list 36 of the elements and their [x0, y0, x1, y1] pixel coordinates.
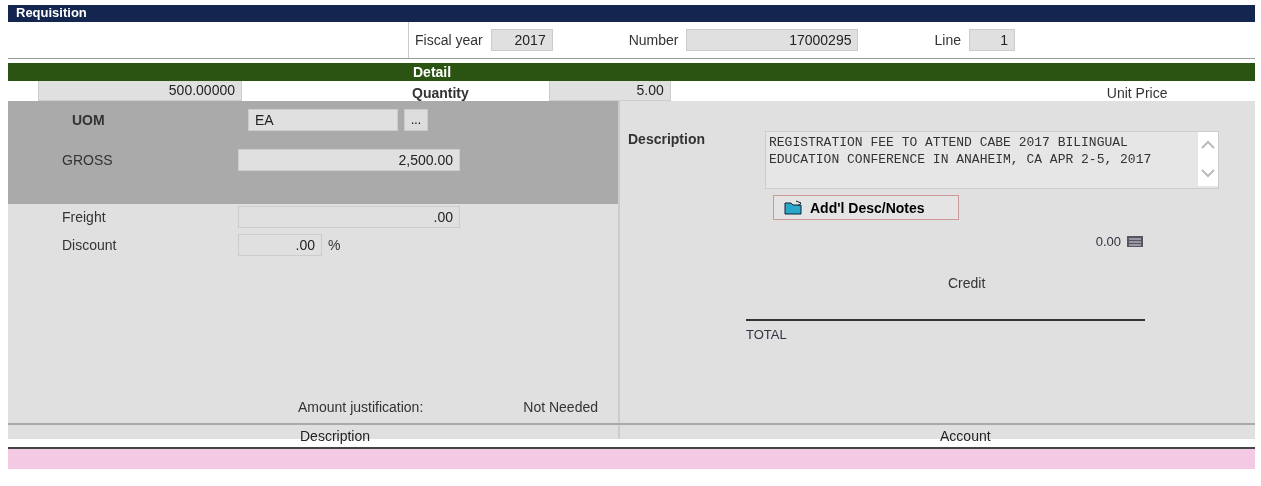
field-label: Unit Price: [1106, 85, 1168, 101]
input-field[interactable]: 2,500.00: [238, 149, 460, 171]
folder-icon: [784, 199, 804, 216]
field-value: Not Needed: [523, 399, 598, 415]
unit-label: %: [328, 237, 341, 253]
input-field[interactable]: .00: [238, 206, 460, 228]
input-field[interactable]: 5.00: [548, 81, 671, 101]
field-label: Number: [628, 32, 679, 48]
field-label: Amount justification:: [298, 399, 424, 415]
description-field[interactable]: REGISTRATION FEE TO ATTEND CABE 2017 BILINGUAL EDUCATION CONFERENCE IN ANAHEIM, CA APR 2-5, 2017: [765, 131, 1219, 189]
calculator-icon[interactable]: [1127, 236, 1143, 247]
field-label: Discount: [62, 237, 118, 253]
table-row[interactable]: [8, 449, 1255, 469]
input-field[interactable]: .00: [238, 234, 322, 256]
field-label: Freight: [62, 209, 107, 225]
column-header[interactable]: Description: [300, 428, 371, 444]
field-label: Description: [628, 131, 705, 149]
notes-button[interactable]: Add'l Desc/Notes: [773, 195, 959, 220]
field-label: GROSS: [62, 152, 114, 168]
input-field[interactable]: 17000295: [686, 29, 859, 51]
scroll-arrows-icon[interactable]: [1198, 132, 1218, 186]
field-label: Quantity: [412, 85, 469, 101]
input-field[interactable]: 2017: [490, 29, 553, 51]
field-label: UOM: [72, 112, 106, 128]
input-field[interactable]: 1: [968, 29, 1015, 51]
amount-value: 0.00: [1095, 234, 1121, 249]
lookup-button[interactable]: ...: [404, 109, 428, 131]
field-label: Line: [934, 32, 961, 48]
input-field[interactable]: EA: [248, 109, 398, 131]
input-field[interactable]: 500.00000: [38, 81, 242, 101]
column-header[interactable]: Account: [940, 428, 991, 444]
field-label: Fiscal year: [415, 32, 483, 48]
field-label: Credit: [948, 275, 986, 291]
window-title: Requisition: [8, 5, 1255, 22]
section-title: Detail: [413, 63, 452, 81]
field-label: TOTAL: [746, 327, 787, 342]
